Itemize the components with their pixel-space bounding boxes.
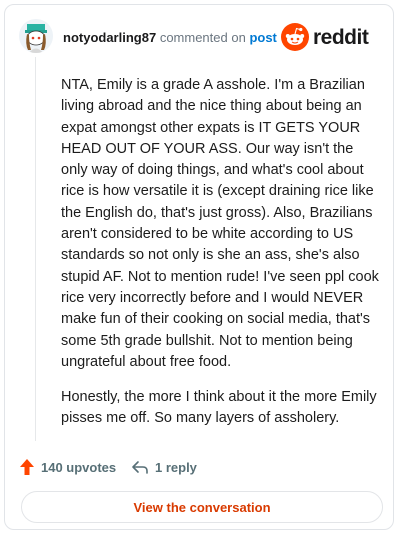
brand-wordmark: reddit xyxy=(313,26,369,49)
comment-body: NTA, Emily is a grade A asshole. I'm a B… xyxy=(61,75,381,444)
comment-meta: notyodarling87 commented on post xyxy=(63,30,277,45)
thread-line xyxy=(35,57,36,441)
post-link[interactable]: post xyxy=(249,30,276,45)
username[interactable]: notyodarling87 xyxy=(63,30,156,45)
upvote-arrow-icon xyxy=(20,459,34,475)
comment-card: notyodarling87 commented on post reddit … xyxy=(4,4,394,530)
reddit-logo-icon xyxy=(281,23,309,51)
reply-arrow-icon xyxy=(132,461,148,474)
reddit-brand[interactable]: reddit xyxy=(281,22,381,52)
snoo-avatar-icon xyxy=(19,19,53,53)
reply-count: 1 reply xyxy=(155,460,197,475)
comment-paragraph: Honestly, the more I think about it the … xyxy=(61,389,377,427)
view-conversation-button[interactable]: View the conversation xyxy=(21,491,383,523)
comment-paragraph: NTA, Emily is a grade A asshole. I'm a B… xyxy=(61,77,379,370)
comment-header: notyodarling87 commented on post reddit xyxy=(19,19,381,55)
upvote-count: 140 upvotes xyxy=(41,460,117,475)
action-text: commented on xyxy=(159,30,246,45)
user-avatar[interactable] xyxy=(19,19,53,53)
